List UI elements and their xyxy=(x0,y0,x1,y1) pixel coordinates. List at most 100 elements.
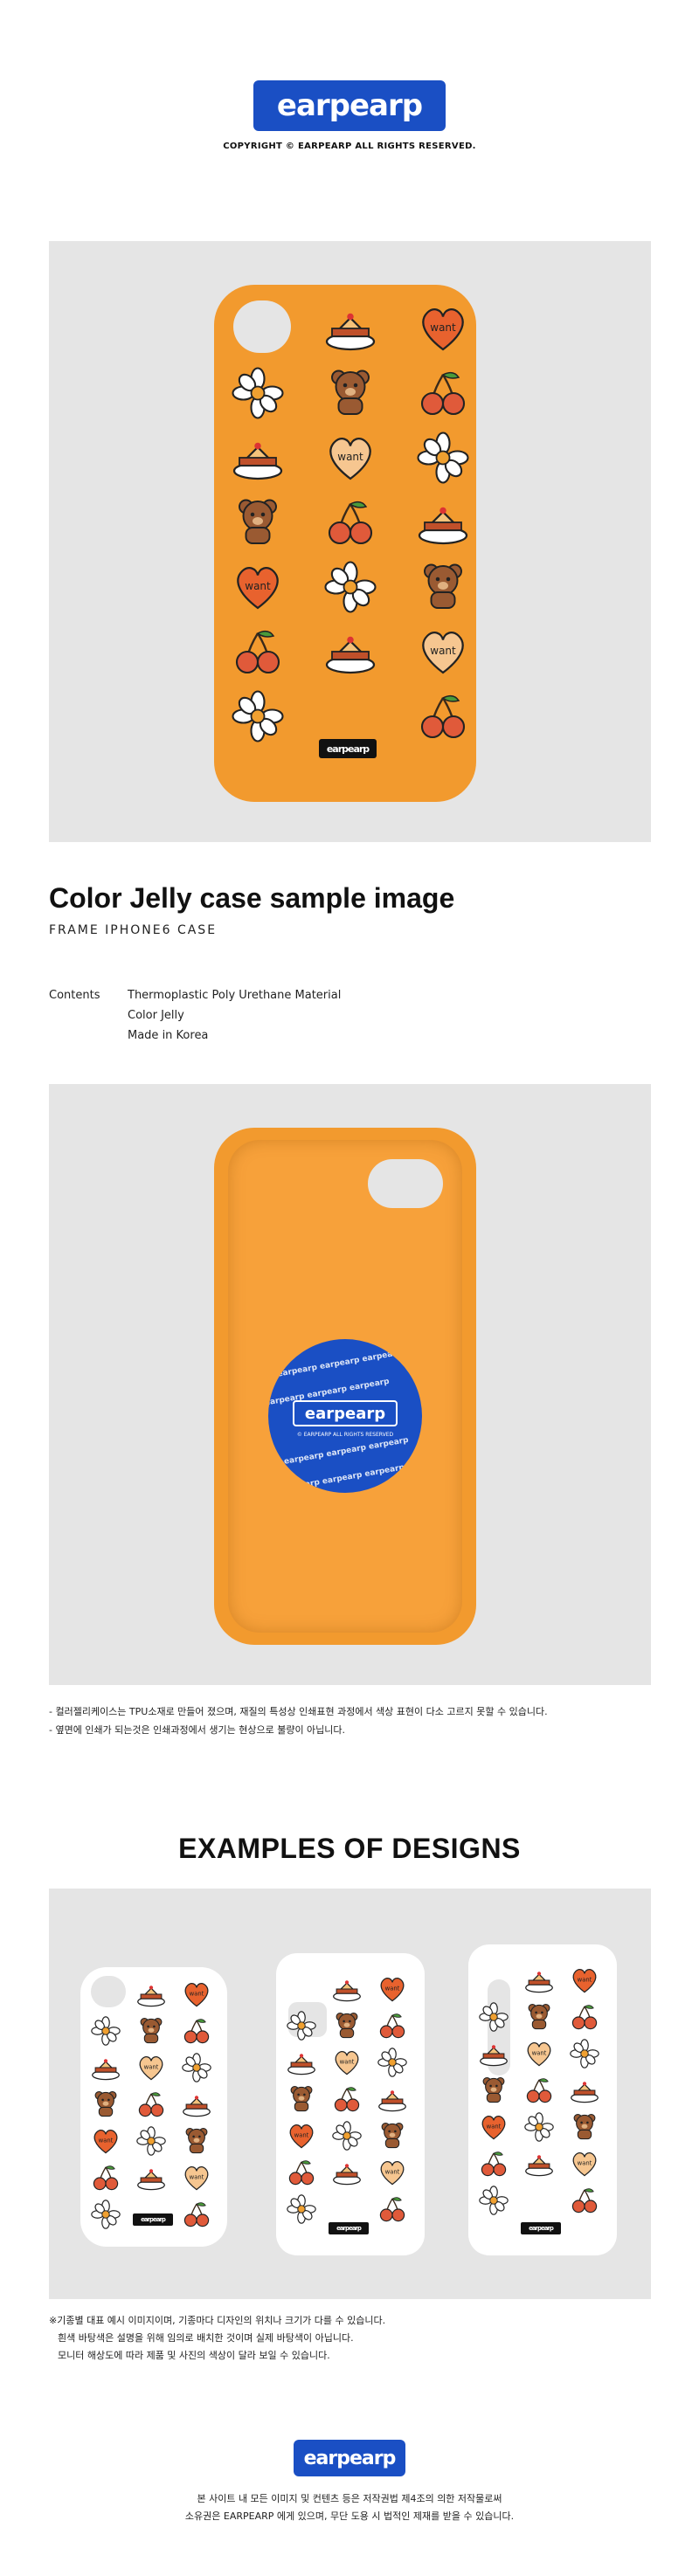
example-note: ※기종별 대표 예시 이미지이며, 기종마다 디자인의 위치나 크기가 다를 수… xyxy=(49,2315,386,2326)
cake-icon xyxy=(182,2089,211,2119)
bear-icon xyxy=(479,2075,509,2105)
bear-icon xyxy=(332,2011,362,2041)
flower-icon xyxy=(91,2016,121,2046)
svg-text:want: want xyxy=(487,2124,502,2131)
bear-icon xyxy=(182,2126,211,2156)
cherry-icon xyxy=(182,2016,211,2046)
cherry-icon xyxy=(570,2186,599,2215)
flower-icon xyxy=(287,2194,316,2224)
phone-case-front: earpearp want want want want xyxy=(214,285,476,802)
cherry-icon xyxy=(136,2089,166,2119)
mini-case-logo: earpearp xyxy=(133,2213,173,2226)
heart-icon: want xyxy=(524,2039,554,2068)
bear-icon xyxy=(417,561,469,613)
note-line: - 컬러젤리케이스는 TPU소재로 만들어 졌으며, 재질의 특성상 인쇄표현 … xyxy=(49,1706,548,1717)
bear-icon xyxy=(524,2002,554,2032)
mini-case-logo-text: earpearp xyxy=(529,2225,554,2232)
heart-icon: want xyxy=(136,2053,166,2082)
mini-case-logo: earpearp xyxy=(521,2222,561,2234)
heart-icon: want xyxy=(479,2112,509,2142)
example-case-1: want want want want earpearp xyxy=(80,1967,227,2247)
heart-icon: want xyxy=(570,1965,599,1995)
cake-icon xyxy=(417,496,469,549)
svg-text:want: want xyxy=(578,1977,592,1984)
svg-text:want: want xyxy=(190,1991,204,1998)
examples-title: EXAMPLES OF DESIGNS xyxy=(178,1833,521,1864)
cake-icon xyxy=(332,1974,362,2004)
cherry-icon xyxy=(377,2011,407,2041)
flower-icon xyxy=(287,2011,316,2041)
contents-label: Contents xyxy=(49,989,100,1002)
mini-case-logo-text: earpearp xyxy=(336,2225,362,2232)
heart-icon: want xyxy=(417,302,469,355)
svg-text:earpearp earpearp earpearp: earpearp earpearp earpearp xyxy=(283,1436,410,1467)
heart-icon: want xyxy=(232,561,284,613)
cherry-icon xyxy=(232,625,284,678)
example-case-2: want want want want earpearp xyxy=(276,1953,425,2255)
cherry-icon xyxy=(377,2194,407,2224)
cherry-icon xyxy=(324,496,377,549)
heart-icon: want xyxy=(324,432,377,484)
heart-icon: want xyxy=(91,2126,121,2156)
heart-icon: want xyxy=(417,625,469,678)
footer-line: 소유권은 EARPEARP 에게 있으며, 무단 도용 시 법적인 제재를 받을… xyxy=(184,2510,515,2522)
cake-icon xyxy=(287,2048,316,2077)
flower-icon xyxy=(232,367,284,419)
flower-icon xyxy=(136,2126,166,2156)
svg-text:want: want xyxy=(430,645,456,657)
example-note: 흰색 바탕색은 설명을 위해 임의로 배치한 것이며 실제 바탕색이 아닙니다. xyxy=(58,2332,354,2344)
svg-text:want: want xyxy=(190,2174,204,2181)
example-case-3: want want want want earpearp xyxy=(468,1944,617,2255)
flower-icon xyxy=(182,2053,211,2082)
case-logo-text: earpearp xyxy=(326,742,370,755)
flower-icon xyxy=(232,690,284,742)
bear-icon xyxy=(232,496,284,549)
flower-icon xyxy=(324,561,377,613)
product-image-inside: earpearp earpearp earpearp earpearp earp… xyxy=(49,1084,651,1685)
contents-line: Made in Korea xyxy=(128,1029,209,1042)
svg-text:want: want xyxy=(245,580,271,592)
case-logo: earpearp xyxy=(319,739,377,758)
examples-panel: want want want want earpearp want want want wan… xyxy=(49,1889,651,2299)
brand-logo: earpearp xyxy=(253,80,446,131)
cherry-icon xyxy=(479,2149,509,2179)
bear-icon xyxy=(324,367,377,419)
cherry-icon xyxy=(570,2002,599,2032)
svg-text:want: want xyxy=(337,451,363,463)
heart-icon: want xyxy=(287,2121,316,2151)
cake-icon xyxy=(324,625,377,678)
cake-icon xyxy=(232,432,284,484)
mini-case-logo-text: earpearp xyxy=(141,2216,166,2223)
heart-icon: want xyxy=(377,2158,407,2187)
copyright-text: COPYRIGHT © EARPEARP ALL RIGHTS RESERVED… xyxy=(223,142,476,151)
heart-icon: want xyxy=(182,1979,211,2009)
footer-line: 본 사이트 내 모든 이미지 및 컨텐츠 등은 저작권법 제4조의 의한 저작물… xyxy=(197,2493,502,2504)
flower-icon xyxy=(91,2200,121,2229)
heart-icon: want xyxy=(332,2048,362,2077)
camera-cutout xyxy=(368,1159,443,1208)
flower-icon xyxy=(479,2186,509,2215)
svg-text:want: want xyxy=(340,2059,355,2066)
cake-icon xyxy=(479,2039,509,2068)
svg-text:want: want xyxy=(532,2050,547,2057)
svg-text:want: want xyxy=(99,2137,114,2144)
heart-icon: want xyxy=(182,2163,211,2193)
sticker-copyright: © EARPEARP ALL RIGHTS RESERVED xyxy=(296,1432,394,1438)
flower-icon xyxy=(417,432,469,484)
camera-cutout xyxy=(233,300,291,353)
cake-icon xyxy=(332,2158,362,2187)
cake-icon xyxy=(136,1979,166,2009)
footer-logo-text: earpearp xyxy=(303,2447,397,2469)
svg-text:want: want xyxy=(144,2064,159,2071)
bear-icon xyxy=(91,2089,121,2119)
cherry-icon xyxy=(91,2163,121,2193)
cake-icon xyxy=(91,2053,121,2082)
contents-line: Color Jelly xyxy=(128,1009,184,1022)
cake-icon xyxy=(524,1965,554,1995)
cake-icon xyxy=(324,302,377,355)
cake-icon xyxy=(377,2084,407,2114)
flower-icon xyxy=(377,2048,407,2077)
cherry-icon xyxy=(524,2075,554,2105)
cake-icon xyxy=(570,2075,599,2105)
brand-logo-text: earpearp xyxy=(276,88,423,123)
